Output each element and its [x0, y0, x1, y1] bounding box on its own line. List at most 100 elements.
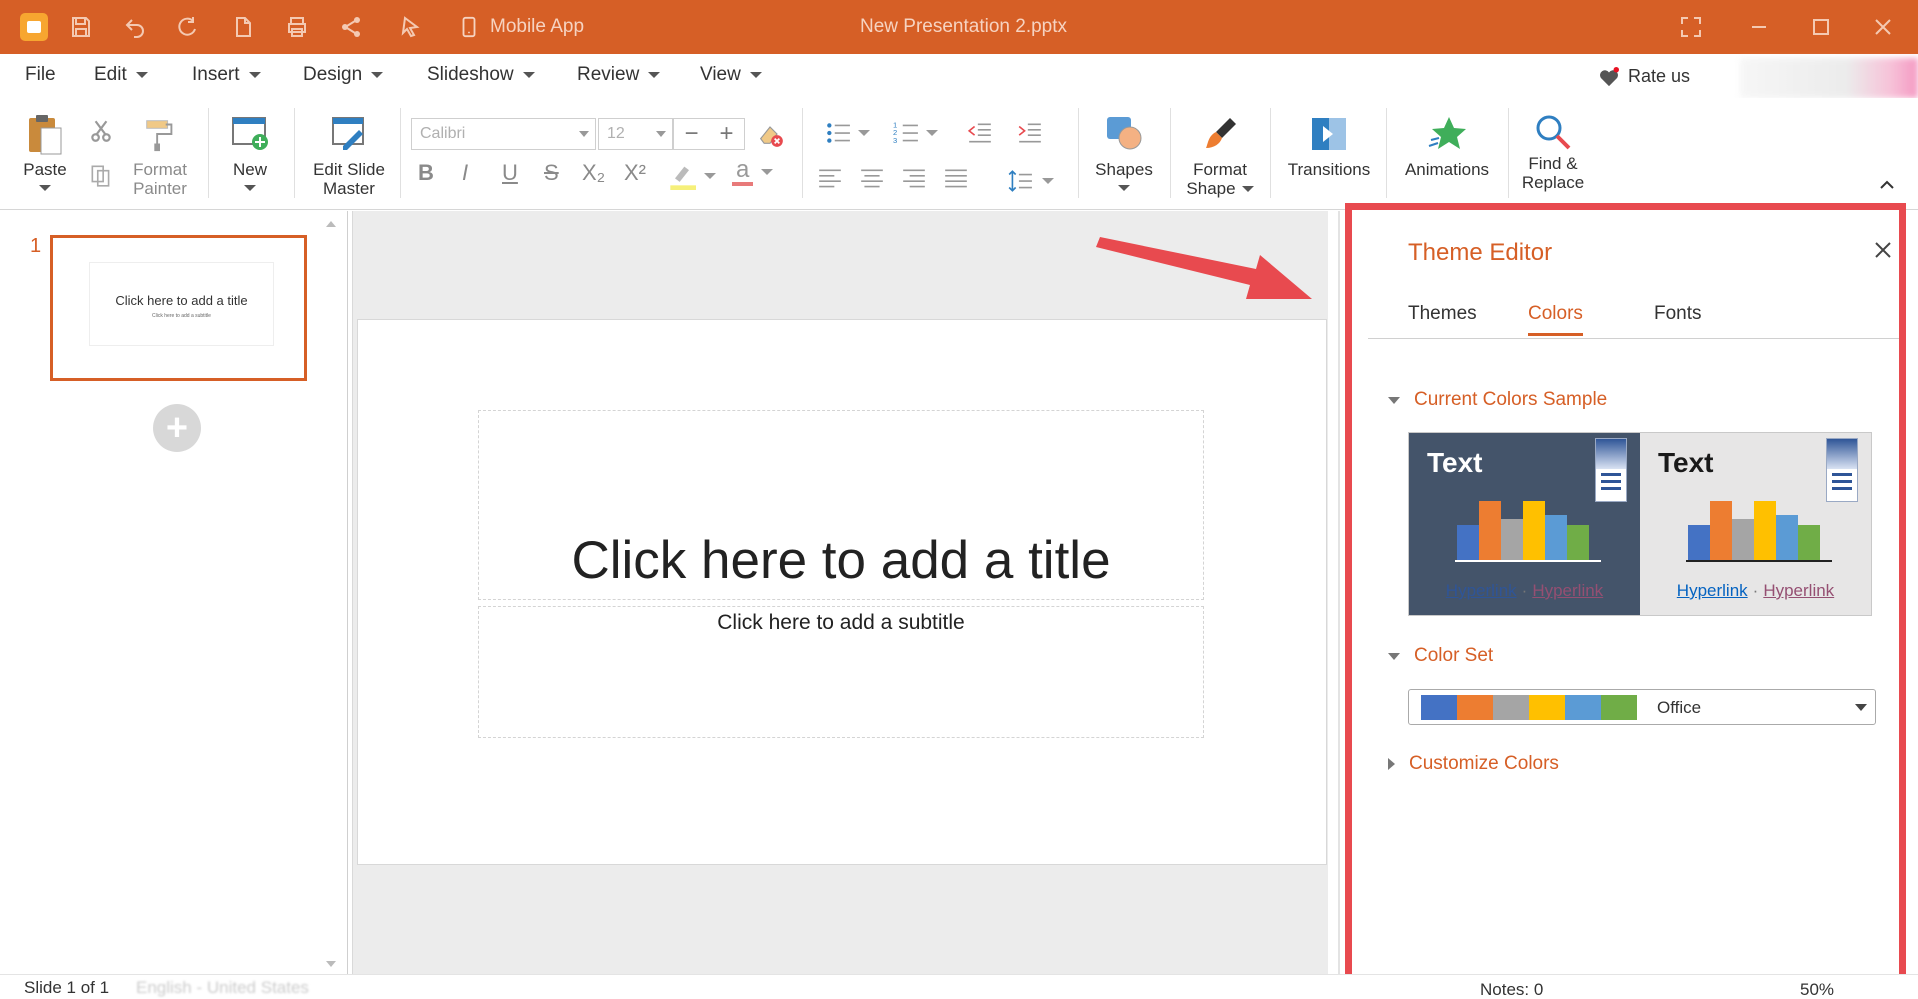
decrease-indent-icon[interactable]: [966, 120, 994, 146]
format-shape-label-row: Shape: [1186, 179, 1254, 198]
paste-button[interactable]: Paste: [22, 112, 68, 191]
bold-button[interactable]: B: [418, 160, 434, 186]
scroll-down-icon[interactable]: [326, 961, 336, 967]
menu-slideshow[interactable]: Slideshow: [427, 64, 535, 86]
undo-icon[interactable]: [120, 0, 150, 54]
notes-button[interactable]: Notes: 0: [1480, 980, 1543, 999]
menu-insert[interactable]: Insert: [192, 64, 261, 86]
find-icon: [1531, 112, 1575, 152]
align-left-icon[interactable]: [816, 166, 844, 192]
copy-button[interactable]: [86, 160, 116, 194]
new-slide-button[interactable]: New: [228, 112, 272, 191]
tab-colors[interactable]: Colors: [1528, 303, 1583, 336]
transitions-button[interactable]: Transitions: [1284, 112, 1374, 179]
mobile-app-button[interactable]: Mobile App: [458, 0, 584, 54]
menu-file[interactable]: File: [25, 64, 56, 86]
alignment-buttons: [816, 166, 970, 192]
print-icon[interactable]: [282, 0, 312, 54]
strikethrough-button[interactable]: S: [544, 160, 559, 186]
copy-icon: [86, 160, 116, 190]
followed-hyperlink-sample: Hyperlink: [1532, 581, 1604, 600]
new-document-icon[interactable]: [228, 0, 258, 54]
tab-fonts[interactable]: Fonts: [1654, 303, 1702, 333]
clear-formatting-icon[interactable]: [756, 120, 784, 153]
swatch: [1529, 695, 1565, 720]
increase-indent-icon[interactable]: [1016, 120, 1044, 146]
rate-us-button[interactable]: Rate us: [1598, 66, 1690, 87]
paste-label: Paste: [23, 160, 67, 179]
format-painter-label-1: Format: [133, 160, 187, 179]
add-slide-button[interactable]: +: [153, 404, 201, 452]
new-slide-icon: [228, 112, 272, 156]
format-painter-button[interactable]: Format Painter: [128, 112, 192, 198]
language-indicator[interactable]: English - United States: [136, 978, 309, 998]
highlight-color-button[interactable]: [668, 162, 716, 190]
swatch: [1493, 695, 1529, 720]
underline-button[interactable]: U: [502, 160, 518, 186]
ribbon-divider: [1386, 108, 1387, 198]
slide-editing-area: Click here to add a title Click here to …: [352, 211, 1328, 974]
zoom-level[interactable]: 50%: [1800, 980, 1834, 999]
customize-colors-header[interactable]: Customize Colors: [1388, 753, 1559, 775]
sample-text: Text: [1427, 447, 1483, 478]
font-size-select[interactable]: 12: [598, 118, 673, 150]
decrease-font-button[interactable]: −: [674, 119, 709, 149]
chevron-down-icon: [135, 72, 148, 78]
find-replace-button[interactable]: Find & Replace: [1520, 112, 1586, 192]
font-color-icon: a: [732, 158, 754, 186]
close-window-icon[interactable]: [1868, 0, 1898, 54]
close-icon[interactable]: [1872, 239, 1894, 261]
color-set-label: Color Set: [1414, 645, 1494, 666]
slide-counter: Slide 1 of 1: [24, 978, 110, 997]
chevron-down-icon: [1118, 185, 1130, 191]
highlighter-icon: [670, 166, 696, 190]
align-right-icon[interactable]: [900, 166, 928, 192]
slideshow-start-icon[interactable]: [396, 0, 426, 54]
redo-icon[interactable]: [172, 0, 202, 54]
font-color-button[interactable]: a: [732, 158, 774, 186]
format-shape-button[interactable]: Format Shape: [1182, 112, 1258, 198]
collapse-icon: [1388, 396, 1400, 404]
bullets-button[interactable]: [824, 120, 870, 146]
minimize-icon[interactable]: [1744, 0, 1774, 54]
numbering-button[interactable]: 123: [892, 120, 938, 146]
user-account-area[interactable]: [1740, 58, 1918, 98]
star-icon: [1425, 112, 1469, 156]
ribbon-divider: [802, 108, 803, 198]
increase-font-button[interactable]: +: [709, 119, 744, 149]
color-set-dropdown[interactable]: Office: [1408, 689, 1876, 725]
fullscreen-icon[interactable]: [1676, 0, 1706, 54]
edit-slide-master-button[interactable]: Edit Slide Master: [312, 112, 386, 198]
current-colors-sample-header[interactable]: Current Colors Sample: [1388, 389, 1607, 411]
share-icon[interactable]: [336, 0, 366, 54]
font-name-select[interactable]: Calibri: [411, 118, 596, 150]
slide-thumbnail[interactable]: Click here to add a title Click here to …: [50, 235, 307, 381]
menu-edit[interactable]: Edit: [94, 64, 148, 86]
italic-button[interactable]: I: [462, 160, 468, 186]
chevron-down-icon: [39, 185, 51, 191]
animations-button[interactable]: Animations: [1400, 112, 1494, 179]
title-placeholder[interactable]: Click here to add a title: [478, 410, 1204, 600]
menu-design[interactable]: Design: [303, 64, 384, 86]
subscript-button[interactable]: X₂: [582, 160, 605, 186]
cut-button[interactable]: [86, 116, 116, 150]
collapse-ribbon-icon[interactable]: [1880, 178, 1894, 192]
menu-review[interactable]: Review: [577, 64, 661, 86]
align-center-icon[interactable]: [858, 166, 886, 192]
maximize-icon[interactable]: [1806, 0, 1836, 54]
swatch: [1601, 695, 1637, 720]
shapes-button[interactable]: Shapes: [1092, 112, 1156, 191]
save-icon[interactable]: [66, 0, 96, 54]
find-replace-label-2: Replace: [1521, 173, 1585, 192]
justify-icon[interactable]: [942, 166, 970, 192]
color-set-header[interactable]: Color Set: [1388, 645, 1493, 667]
chevron-down-icon: [704, 173, 716, 179]
superscript-button[interactable]: X²: [624, 160, 646, 186]
tab-themes[interactable]: Themes: [1408, 303, 1477, 333]
format-shape-label-1: Format: [1193, 160, 1247, 179]
line-spacing-button[interactable]: [1006, 168, 1054, 194]
menu-view[interactable]: View: [700, 64, 762, 86]
subtitle-placeholder[interactable]: Click here to add a subtitle: [478, 606, 1204, 738]
document-title: New Presentation 2.pptx: [860, 16, 1068, 37]
scroll-up-icon[interactable]: [326, 221, 336, 227]
